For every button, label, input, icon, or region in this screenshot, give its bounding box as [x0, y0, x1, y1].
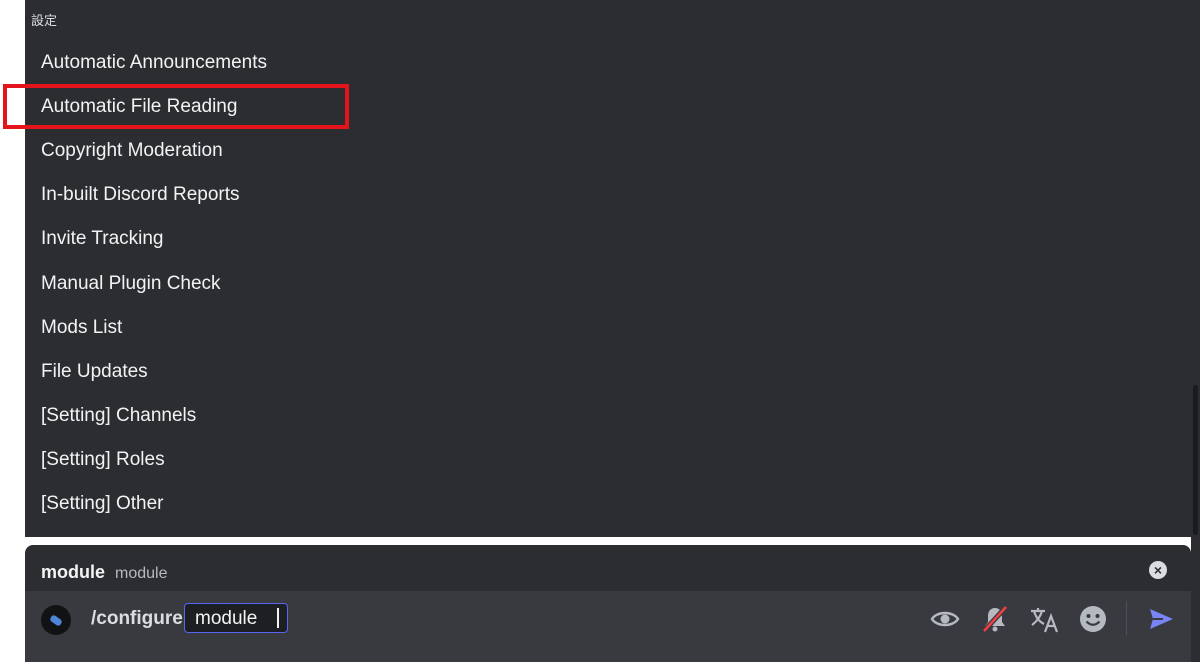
bell-slash-icon[interactable] [979, 603, 1011, 635]
option-automatic-announcements[interactable]: Automatic Announcements [41, 48, 267, 78]
option-setting-roles[interactable]: [Setting] Roles [41, 445, 165, 475]
module-option-value: module [195, 608, 258, 629]
option-mods-list[interactable]: Mods List [41, 313, 122, 343]
message-input-bar[interactable]: /configure module [25, 591, 1191, 662]
option-file-updates[interactable]: File Updates [41, 357, 148, 387]
option-copyright-moderation[interactable]: Copyright Moderation [41, 136, 223, 166]
emoji-icon[interactable] [1077, 603, 1109, 635]
option-invite-tracking[interactable]: Invite Tracking [41, 224, 164, 254]
option-description: module [115, 565, 168, 582]
scrollbar[interactable] [1191, 0, 1200, 662]
command-name: /configure [91, 608, 183, 629]
option-in-built-discord-reports[interactable]: In-built Discord Reports [41, 180, 240, 210]
module-option-input[interactable]: module [184, 603, 288, 633]
option-name: module [41, 562, 106, 582]
toolbar-divider [1126, 601, 1127, 635]
send-icon[interactable] [1145, 603, 1177, 635]
option-manual-plugin-check[interactable]: Manual Plugin Check [41, 269, 221, 299]
option-hint-bar: module module × [25, 545, 1191, 591]
bot-avatar [41, 605, 71, 635]
translate-icon[interactable] [1028, 603, 1060, 635]
autocomplete-panel: 設定 Automatic Announcements Automatic Fil… [25, 0, 1191, 537]
text-caret [277, 608, 279, 628]
close-icon[interactable]: × [1149, 561, 1167, 579]
scrollbar-thumb[interactable] [1193, 385, 1198, 535]
eye-icon[interactable] [929, 603, 961, 635]
option-setting-other[interactable]: [Setting] Other [41, 489, 164, 519]
section-header: 設定 [31, 14, 58, 29]
option-automatic-file-reading[interactable]: Automatic File Reading [41, 92, 237, 122]
option-setting-channels[interactable]: [Setting] Channels [41, 401, 196, 431]
